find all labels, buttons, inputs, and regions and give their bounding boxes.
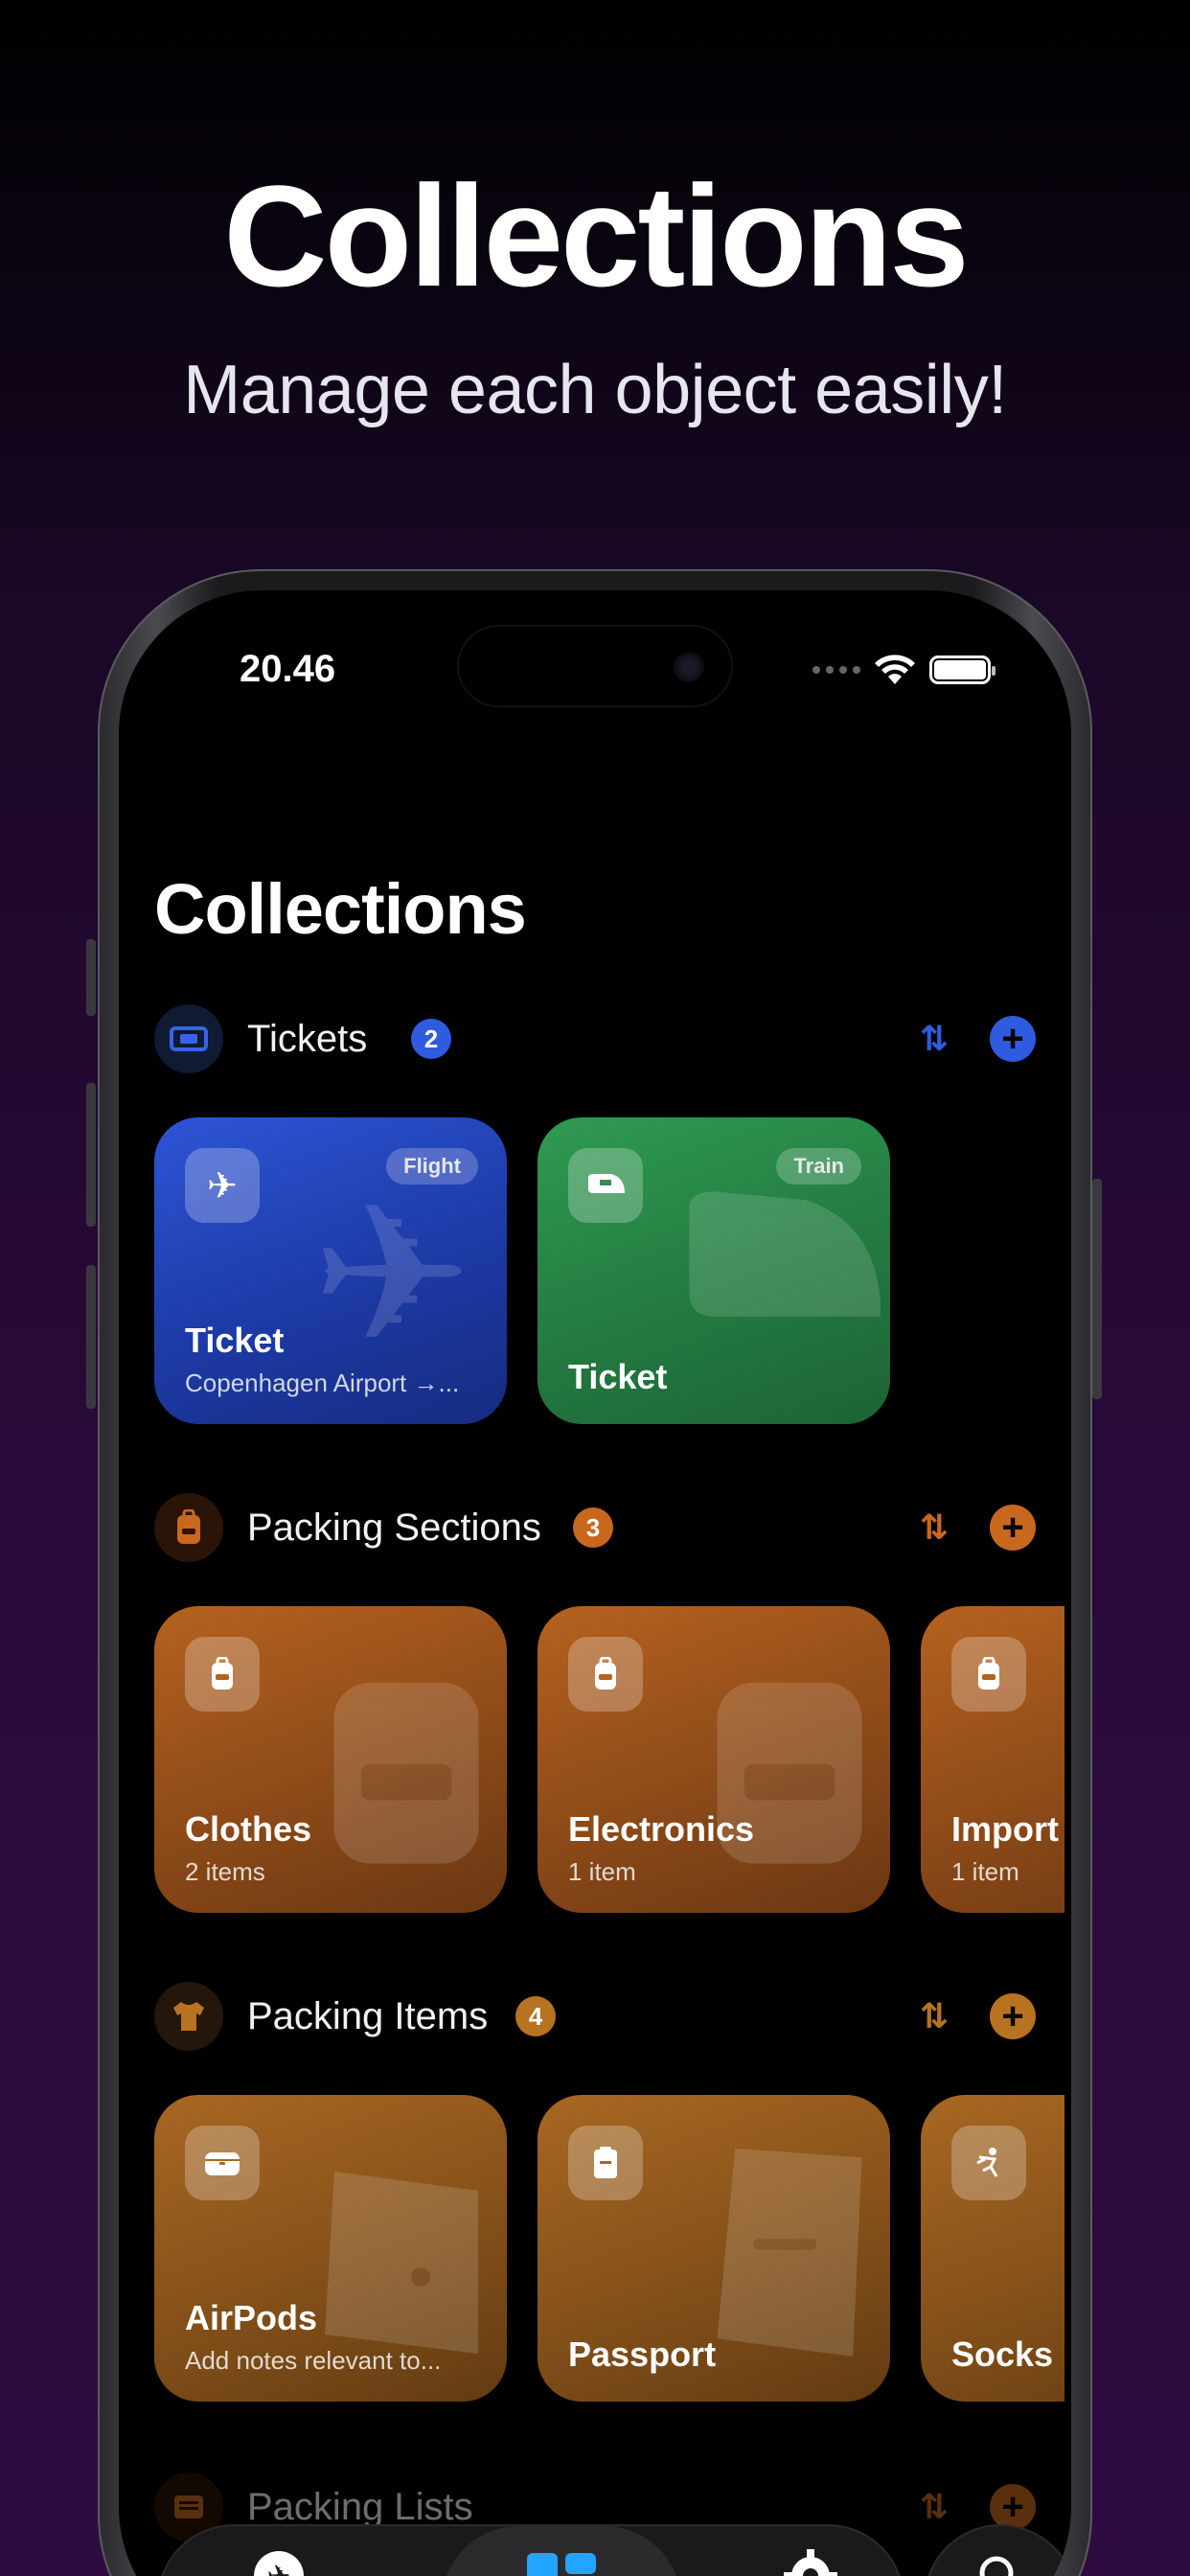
side-button-action (86, 939, 96, 1016)
airplane-circle-icon: ✈ (252, 2549, 306, 2576)
packing-item-card[interactable]: Socks (921, 2095, 1064, 2402)
hero-title: Collections (223, 155, 969, 316)
section-title: Tickets (247, 1018, 368, 1060)
tab-settings[interactable] (720, 2526, 902, 2576)
section-title: Packing Lists (247, 2486, 473, 2528)
section-packing-items: Packing Items 4 ⇅ + AirPods Add notes re… (119, 1982, 1071, 2413)
gear-icon (784, 2549, 837, 2576)
side-button-volume-down (86, 1265, 96, 1409)
train-watermark-icon (689, 1191, 881, 1317)
card-subtitle: 2 items (185, 1857, 265, 1886)
sort-button[interactable]: ⇅ (911, 1993, 957, 2039)
add-packing-section-button[interactable]: + (990, 1505, 1036, 1551)
sort-arrows-icon: ⇅ (919, 2487, 950, 2526)
signal-icon (812, 666, 860, 674)
packing-section-card[interactable]: Electronics 1 item (538, 1606, 890, 1913)
section-packing-sections: Packing Sections 3 ⇅ + Clothes 2 items E… (119, 1493, 1071, 1924)
airplane-icon: ✈ (185, 1148, 260, 1223)
tab-collections[interactable] (442, 2526, 681, 2576)
backpack-watermark-icon (333, 1682, 479, 1864)
section-count-badge: 4 (515, 1996, 556, 2036)
section-count-badge: 2 (411, 1019, 451, 1059)
ticket-card-train[interactable]: Train Ticket (538, 1117, 890, 1424)
grid-icon (525, 2549, 598, 2576)
svg-text:✈: ✈ (266, 2560, 290, 2576)
backpack-icon (185, 1637, 260, 1712)
side-button-power (1092, 1179, 1102, 1399)
sort-button[interactable]: ⇅ (911, 1505, 957, 1551)
card-title: Ticket (568, 1357, 668, 1396)
sort-arrows-icon: ⇅ (919, 1019, 950, 1058)
status-time: 20.46 (240, 648, 336, 690)
side-button-volume-up (86, 1083, 96, 1227)
page-title: Collections (154, 869, 527, 949)
section-count-badge: 3 (573, 1507, 613, 1548)
train-icon (568, 1148, 643, 1223)
card-title: AirPods (185, 2298, 318, 2337)
section-header: Packing Sections 3 ⇅ + (154, 1493, 1036, 1562)
packing-section-card[interactable]: Import 1 item (921, 1606, 1064, 1913)
search-icon (976, 2553, 1024, 2576)
add-ticket-button[interactable]: + (990, 1016, 1036, 1062)
section-title: Packing Sections (247, 1506, 541, 1549)
tickets-carousel[interactable]: ✈ ✈ Flight Ticket Copenhagen Airport →..… (154, 1117, 1064, 1428)
ticket-card-flight[interactable]: ✈ ✈ Flight Ticket Copenhagen Airport →..… (154, 1117, 507, 1424)
backpack-icon (951, 1637, 1026, 1712)
passport-icon (568, 2126, 643, 2200)
backpack-watermark-icon (717, 1682, 862, 1864)
ticket-type-tag: Flight (386, 1148, 478, 1184)
plus-icon: + (1001, 1018, 1024, 1060)
section-title: Packing Items (247, 1995, 489, 2037)
ticket-type-tag: Train (776, 1148, 861, 1184)
backpack-icon (154, 1493, 223, 1562)
card-title: Clothes (185, 1809, 312, 1849)
packing-sections-carousel[interactable]: Clothes 2 items Electronics 1 item Impor… (154, 1606, 1064, 1917)
wifi-icon (875, 655, 915, 684)
plus-icon: + (1001, 2486, 1024, 2528)
passport-watermark-icon (717, 2148, 862, 2358)
card-subtitle: Copenhagen Airport →... (185, 1368, 460, 1397)
backpack-icon (568, 1637, 643, 1712)
card-title: Electronics (568, 1809, 755, 1849)
plus-icon: + (1001, 1506, 1024, 1549)
sort-arrows-icon: ⇅ (919, 1996, 950, 2036)
card-title: Import (951, 1809, 1059, 1849)
hero-subtitle: Manage each object easily! (183, 352, 1007, 428)
plus-icon: + (1001, 1995, 1024, 2037)
card-title: Socks (951, 2334, 1054, 2374)
card-subtitle: 1 item (951, 1857, 1019, 1886)
tab-trips[interactable]: ✈ (188, 2526, 370, 2576)
card-subtitle: Add notes relevant to... (185, 2346, 442, 2375)
card-title: Ticket (185, 1321, 285, 1360)
section-header: Packing Items 4 ⇅ + (154, 1982, 1036, 2051)
airpods-case-icon (185, 2126, 260, 2200)
airpods-case-watermark-icon (325, 2172, 478, 2354)
status-indicators (812, 654, 995, 686)
packing-items-carousel[interactable]: AirPods Add notes relevant to... Passpor… (154, 2095, 1064, 2405)
packing-item-card[interactable]: AirPods Add notes relevant to... (154, 2095, 507, 2402)
section-tickets: Tickets 2 ⇅ + ✈ ✈ Flight Ticket Copenhag… (119, 1004, 1071, 1436)
camera-icon (674, 652, 704, 682)
ticket-icon (154, 1004, 223, 1073)
section-header: Tickets 2 ⇅ + (154, 1004, 1036, 1073)
dynamic-island (457, 625, 733, 707)
add-packing-item-button[interactable]: + (990, 1993, 1036, 2039)
packing-item-card[interactable]: Passport (538, 2095, 890, 2402)
add-packing-list-button[interactable]: + (990, 2484, 1036, 2530)
battery-icon (929, 656, 995, 684)
sort-arrows-icon: ⇅ (919, 1507, 950, 1547)
card-title: Passport (568, 2334, 717, 2374)
sort-button[interactable]: ⇅ (911, 1016, 957, 1062)
tshirt-icon (154, 1982, 223, 2051)
card-subtitle: 1 item (568, 1857, 636, 1886)
packing-section-card[interactable]: Clothes 2 items (154, 1606, 507, 1913)
figure-icon (951, 2126, 1026, 2200)
airplane-watermark-icon: ✈ (311, 1168, 472, 1382)
tab-bar: ✈ (157, 2524, 904, 2576)
phone-screen: 20.46 Collections Tickets 2 ⇅ + ✈ ✈ Flig… (119, 590, 1071, 2576)
sort-button[interactable]: ⇅ (911, 2484, 957, 2530)
